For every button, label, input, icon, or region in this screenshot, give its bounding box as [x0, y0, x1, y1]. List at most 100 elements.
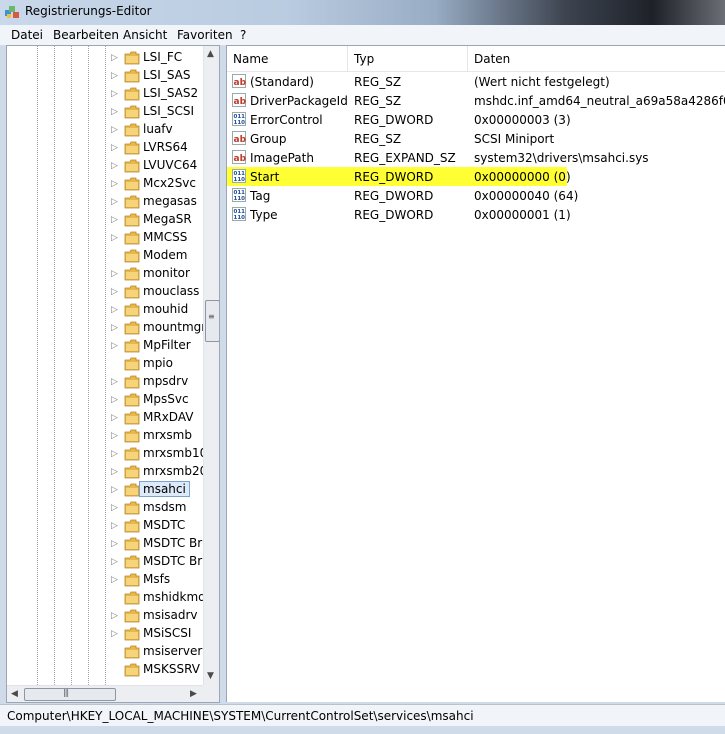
expand-arrow-icon[interactable]: ▷: [111, 539, 118, 549]
tree-item[interactable]: ▷ MRxDAV: [7, 409, 203, 427]
column-header-type[interactable]: Typ: [354, 52, 374, 66]
tree-item[interactable]: ▷ megasas: [7, 193, 203, 211]
tree-item[interactable]: MSKSSRV: [7, 661, 203, 679]
svg-text:ab: ab: [234, 78, 247, 88]
menu-datei[interactable]: Datei: [11, 28, 43, 42]
expand-arrow-icon[interactable]: ▷: [111, 575, 118, 585]
tree-item[interactable]: ▷ mrxsmb20: [7, 463, 207, 481]
scroll-up-arrow-icon[interactable]: ▲: [207, 49, 214, 59]
expand-arrow-icon[interactable]: ▷: [111, 107, 118, 117]
value-row[interactable]: 011 110 Type REG_DWORD 0x00000001 (1): [227, 205, 725, 224]
expand-arrow-icon[interactable]: ▷: [111, 179, 118, 189]
menu-favoriten[interactable]: Favoriten: [177, 28, 233, 42]
value-row[interactable]: ab DriverPackageId REG_SZ mshdc.inf_amd64_n…: [227, 91, 725, 110]
tree-item[interactable]: ▷ msahci: [7, 481, 203, 499]
expand-arrow-icon[interactable]: ▷: [111, 485, 118, 495]
column-header-data[interactable]: Daten: [474, 52, 510, 66]
expand-arrow-icon[interactable]: ▷: [111, 521, 118, 531]
scroll-left-arrow-icon[interactable]: ◀: [11, 689, 18, 699]
expand-arrow-icon[interactable]: ▷: [111, 305, 118, 315]
tree-item[interactable]: mshidkmd: [7, 589, 206, 607]
menu-bearbeiten[interactable]: Bearbeiten: [53, 28, 119, 42]
tree-horizontal-scrollbar[interactable]: ◀ ||| ▶: [7, 685, 203, 702]
expand-arrow-icon[interactable]: ▷: [111, 233, 118, 243]
expand-arrow-icon[interactable]: ▷: [111, 161, 118, 171]
expand-arrow-icon[interactable]: ▷: [111, 341, 118, 351]
value-name: DriverPackageId: [250, 94, 348, 108]
tree-item[interactable]: ▷ Msfs: [7, 571, 203, 589]
tree-item[interactable]: ▷ LSI_FC: [7, 49, 203, 67]
scroll-right-arrow-icon[interactable]: ▶: [190, 689, 197, 699]
tree-item[interactable]: ▷ LSI_SCSI: [7, 103, 203, 121]
column-separator[interactable]: [467, 46, 468, 71]
expand-arrow-icon[interactable]: ▷: [111, 197, 118, 207]
tree-vertical-scrollbar[interactable]: ▲ ≡ ▼: [203, 46, 219, 685]
tree-item[interactable]: ▷ mouhid: [7, 301, 203, 319]
tree-vertical-scroll-thumb[interactable]: [205, 300, 219, 342]
tree-item[interactable]: ▷ MpFilter: [7, 337, 203, 355]
value-row[interactable]: 011 110 ErrorControl REG_DWORD 0x00000003 (3…: [227, 110, 725, 129]
expand-arrow-icon[interactable]: ▷: [111, 413, 118, 423]
tree-item[interactable]: Modem: [7, 247, 203, 265]
expand-arrow-icon[interactable]: ▷: [111, 143, 118, 153]
svg-text:ab: ab: [234, 154, 247, 164]
tree-item[interactable]: ▷ luafv: [7, 121, 203, 139]
expand-arrow-icon[interactable]: ▷: [111, 629, 118, 639]
tree-item[interactable]: ▷ MMCSS: [7, 229, 203, 247]
expand-arrow-icon[interactable]: ▷: [111, 449, 118, 459]
tree-item[interactable]: ▷ msdsm: [7, 499, 203, 517]
tree-item[interactable]: msiserver: [7, 643, 203, 661]
tree-item[interactable]: ▷ LSI_SAS2: [7, 85, 203, 103]
value-type: REG_SZ: [354, 94, 402, 108]
expand-arrow-icon[interactable]: ▷: [111, 89, 118, 99]
tree-item[interactable]: ▷ mouclass: [7, 283, 203, 301]
expand-arrow-icon[interactable]: ▷: [111, 395, 118, 405]
folder-icon: [124, 105, 140, 119]
expand-arrow-icon[interactable]: ▷: [111, 53, 118, 63]
value-row[interactable]: ab ImagePath REG_EXPAND_SZ system32\drivers…: [227, 148, 725, 167]
values-list[interactable]: Name Typ Daten ab (Standard) REG_SZ (Wert n…: [226, 45, 725, 702]
expand-arrow-icon[interactable]: ▷: [111, 467, 118, 477]
tree-item[interactable]: ▷ Mcx2Svc: [7, 175, 203, 193]
expand-arrow-icon[interactable]: ▷: [111, 503, 118, 513]
tree-item[interactable]: ▷ mrxsmb10: [7, 445, 207, 463]
registry-tree[interactable]: ▷ LSI_FC ▷ LSI_SAS ▷ LSI_SAS2 ▷ LSI_SCSI ▷ luafv ▷…: [6, 45, 220, 703]
tree-item[interactable]: ▷ MSDTC: [7, 517, 203, 535]
value-row[interactable]: ab (Standard) REG_SZ (Wert nicht festgelegt…: [227, 72, 725, 91]
expand-arrow-icon[interactable]: ▷: [111, 323, 118, 333]
tree-item[interactable]: ▷ LVRS64: [7, 139, 203, 157]
tree-item[interactable]: mpio: [7, 355, 203, 373]
expand-arrow-icon[interactable]: ▷: [111, 71, 118, 81]
expand-arrow-icon[interactable]: ▷: [111, 287, 118, 297]
expand-arrow-icon[interactable]: ▷: [111, 377, 118, 387]
expand-arrow-icon[interactable]: ▷: [111, 611, 118, 621]
expand-arrow-icon[interactable]: ▷: [111, 215, 118, 225]
tree-item[interactable]: ▷ LVUVC64: [7, 157, 203, 175]
tree-item[interactable]: ▷ MSDTC Bri: [7, 553, 206, 571]
tree-item[interactable]: ▷ MSDTC Bri: [7, 535, 206, 553]
tree-item[interactable]: ▷ MegaSR: [7, 211, 203, 229]
tree-item-label: MSKSSRV: [143, 662, 200, 676]
tree-item[interactable]: ▷ msisadrv: [7, 607, 203, 625]
tree-item[interactable]: ▷ mpsdrv: [7, 373, 203, 391]
tree-item[interactable]: ▷ MSiSCSI: [7, 625, 203, 643]
expand-arrow-icon[interactable]: ▷: [111, 431, 118, 441]
tree-item[interactable]: ▷ monitor: [7, 265, 203, 283]
expand-arrow-icon[interactable]: ▷: [111, 125, 118, 135]
scroll-down-arrow-icon[interactable]: ▼: [207, 671, 214, 681]
column-separator[interactable]: [347, 46, 348, 71]
menu-help[interactable]: ?: [240, 28, 246, 42]
title-bar: Registrierungs-Editor: [0, 0, 725, 25]
column-header-name[interactable]: Name: [233, 52, 268, 66]
expand-arrow-icon[interactable]: ▷: [111, 269, 118, 279]
tree-item[interactable]: ▷ mountmgr: [7, 319, 206, 337]
tree-horizontal-scroll-thumb[interactable]: [24, 688, 116, 701]
tree-item[interactable]: ▷ MpsSvc: [7, 391, 203, 409]
menu-ansicht[interactable]: Ansicht: [123, 28, 167, 42]
tree-item[interactable]: ▷ LSI_SAS: [7, 67, 203, 85]
tree-item[interactable]: ▷ mrxsmb: [7, 427, 203, 445]
value-row[interactable]: 011 110 Tag REG_DWORD 0x00000040 (64): [227, 186, 725, 205]
value-row[interactable]: ab Group REG_SZ SCSI Miniport: [227, 129, 725, 148]
value-row[interactable]: 011 110 Start REG_DWORD 0x00000000 (0): [227, 167, 571, 186]
expand-arrow-icon[interactable]: ▷: [111, 557, 118, 567]
